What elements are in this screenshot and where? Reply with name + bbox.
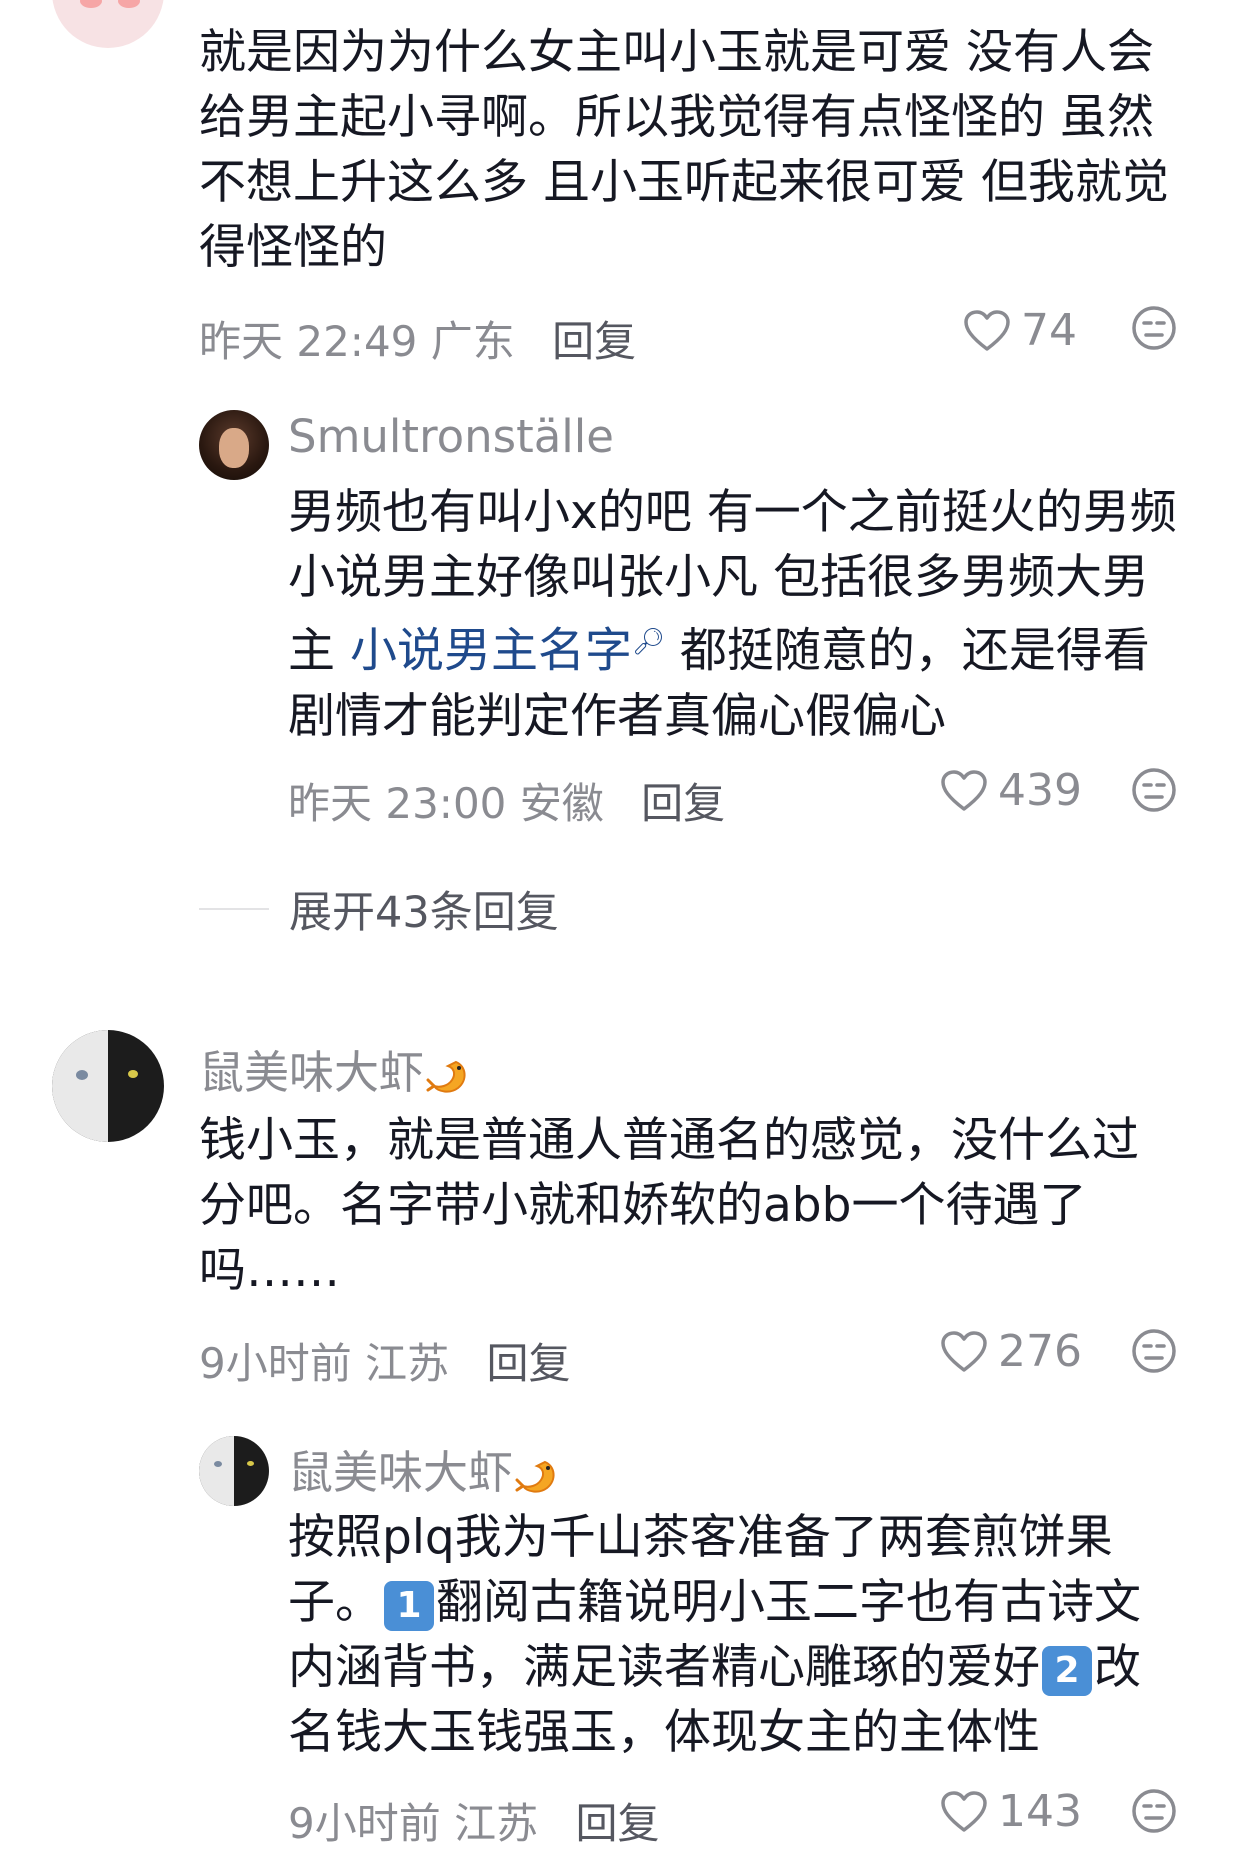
avatar-cheek <box>118 0 140 8</box>
comment-line: 男频也有叫小x的吧 有一个之前挺火的男频 <box>288 485 1177 540</box>
avatar-eye <box>128 1070 138 1078</box>
keycap-one-icon: 1 <box>384 1580 434 1631</box>
comment-text: 钱小玉，就是普通人普通名的感觉，没什么过 分吧。名字带小就和娇软的abb一个待遇… <box>199 1108 1139 1303</box>
text-segment: 子。 <box>288 1575 382 1630</box>
avatar-white-cat <box>199 1436 234 1506</box>
like-button[interactable]: 439 <box>940 765 1082 816</box>
comment-line: 分吧。名字带小就和娇软的abb一个待遇了 <box>199 1178 1087 1233</box>
comment-line: 小说男主好像叫张小凡 包括很多男频大男 <box>288 550 1149 605</box>
dislike-icon[interactable] <box>1131 1328 1177 1374</box>
comment-location: 江苏 <box>454 1799 539 1848</box>
comment-text: 男频也有叫小x的吧 有一个之前挺火的男频 小说男主好像叫张小凡 包括很多男频大男… <box>288 480 1177 749</box>
comment-time: 昨天 22:49 <box>199 317 418 366</box>
comment-line: 剧情才能判定作者真偏心假偏心 <box>288 688 946 744</box>
like-button[interactable]: 74 <box>963 305 1077 356</box>
heart-icon <box>964 309 1010 351</box>
comment-meta: 9小时前 江苏 回复 <box>288 1790 659 1851</box>
comment-location: 广东 <box>430 317 515 366</box>
comment-line: 钱小玉，就是普通人普通名的感觉，没什么过 <box>199 1113 1139 1168</box>
expand-replies-button[interactable]: 展开43条回复 <box>199 878 559 940</box>
dislike-icon[interactable] <box>1131 1788 1177 1834</box>
avatar[interactable] <box>52 0 164 48</box>
comment-text: 按照plq我为千山茶客准备了两套煎饼果 子。 1 翻阅古籍说明小玉二字也有古诗文 内… <box>288 1505 1141 1765</box>
shrimp-icon <box>515 1460 555 1493</box>
heart-icon <box>941 1330 987 1372</box>
avatar-face <box>219 428 249 468</box>
avatar-eye <box>76 1070 88 1080</box>
reply-button[interactable]: 回复 <box>641 779 725 828</box>
comment-meta: 昨天 22:49 广东 回复 <box>199 308 636 369</box>
heart-icon <box>941 1790 987 1832</box>
text-segment: 都挺随意的，还是得看 <box>664 623 1150 679</box>
comment-line: 名钱大玉钱强玉，体现女主的主体性 <box>288 1705 1040 1760</box>
text-segment: 改 <box>1094 1640 1141 1695</box>
like-button[interactable]: 276 <box>940 1326 1082 1377</box>
avatar[interactable] <box>199 410 269 480</box>
expand-replies-label: 展开43条回复 <box>289 888 559 938</box>
comment-meta: 昨天 23:00 安徽 回复 <box>288 770 725 831</box>
avatar-eye <box>247 1461 254 1466</box>
heart-icon <box>941 769 987 811</box>
avatar-eye <box>214 1461 222 1467</box>
comment-line: 不想上升这么多 且小玉听起来很可爱 但我就觉 <box>199 155 1169 210</box>
avatar[interactable] <box>52 1030 164 1142</box>
comment-location: 安徽 <box>519 779 604 828</box>
comment-location: 江苏 <box>365 1339 450 1388</box>
username[interactable]: Smultronställe <box>288 410 614 463</box>
username-row[interactable]: 鼠美味大虾 <box>288 1436 559 1501</box>
like-count: 74 <box>1021 305 1077 356</box>
comment-line: 主 小说男主名字🔎︎ 都挺随意的，还是得看 <box>288 610 1177 684</box>
username-row[interactable]: 鼠美味大虾 <box>199 1036 470 1101</box>
reply-button[interactable]: 回复 <box>575 1799 659 1848</box>
like-count: 143 <box>998 1786 1082 1837</box>
keycap-two-icon: 2 <box>1042 1645 1092 1696</box>
avatar-cheek <box>80 0 102 8</box>
like-count: 439 <box>998 765 1082 816</box>
avatar[interactable] <box>199 1436 269 1506</box>
shrimp-icon <box>426 1060 466 1093</box>
comment-text: 就是因为为什么女主叫小玉就是可爱 没有人会 给男主起小寻啊。所以我觉得有点怪怪的… <box>199 20 1169 280</box>
comment-line: 内涵背书，满足读者精心雕琢的爱好 2 改 <box>288 1635 1141 1700</box>
divider <box>199 908 269 910</box>
text-segment: 翻阅古籍说明小玉二字也有古诗文 <box>436 1575 1141 1630</box>
comment-line: 子。 1 翻阅古籍说明小玉二字也有古诗文 <box>288 1570 1141 1635</box>
text-segment: 内涵背书，满足读者精心雕琢的爱好 <box>288 1640 1040 1695</box>
comment-line: 就是因为为什么女主叫小玉就是可爱 没有人会 <box>199 25 1154 80</box>
comment-meta: 9小时前 江苏 回复 <box>199 1330 570 1391</box>
search-icon[interactable]: 🔎︎ <box>632 627 665 657</box>
avatar-white-cat <box>52 1030 108 1142</box>
reply-button[interactable]: 回复 <box>552 317 636 366</box>
comment-time: 9小时前 <box>288 1799 441 1848</box>
comment-line: 按照plq我为千山茶客准备了两套煎饼果 <box>288 1510 1113 1565</box>
text-segment: 主 <box>288 623 350 679</box>
username[interactable]: 鼠美味大虾 <box>199 1046 424 1099</box>
reply-button[interactable]: 回复 <box>486 1339 570 1388</box>
comment-line: 得怪怪的 <box>199 220 387 275</box>
username[interactable]: 鼠美味大虾 <box>288 1446 513 1499</box>
comment-line: 吗…… <box>199 1243 340 1298</box>
dislike-icon[interactable] <box>1131 305 1177 351</box>
search-link[interactable]: 小说男主名字 <box>350 624 632 679</box>
comment-line: 给男主起小寻啊。所以我觉得有点怪怪的 虽然 <box>199 90 1154 145</box>
like-count: 276 <box>998 1326 1082 1377</box>
dislike-icon[interactable] <box>1131 767 1177 813</box>
comment-time: 昨天 23:00 <box>288 779 507 828</box>
like-button[interactable]: 143 <box>940 1786 1082 1837</box>
comment-time: 9小时前 <box>199 1339 352 1388</box>
